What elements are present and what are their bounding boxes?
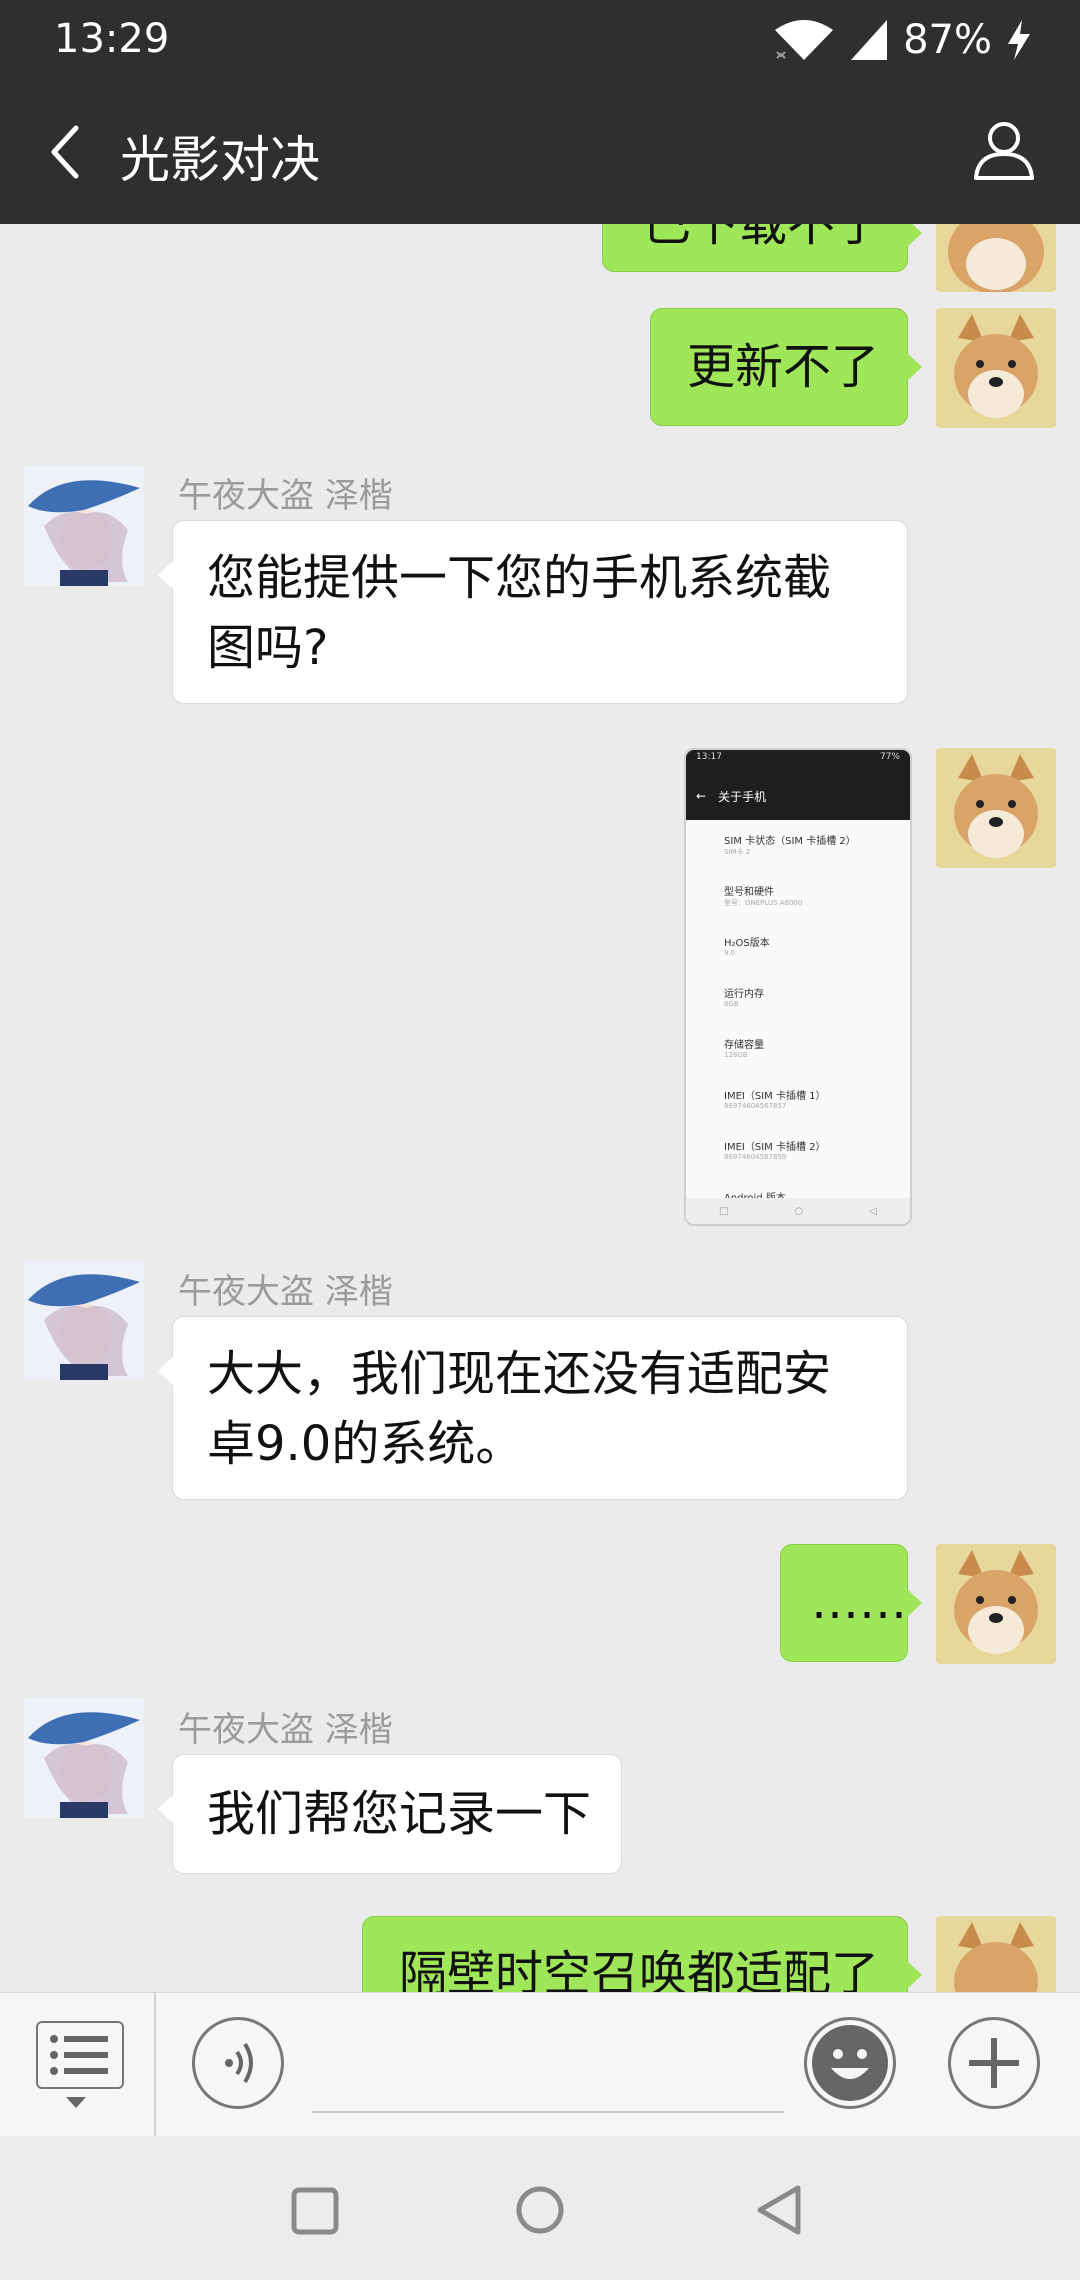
message-bubble-sent[interactable]: 已下载不了	[602, 224, 922, 272]
thumb-square-icon: □	[719, 1205, 729, 1217]
plus-button[interactable]	[948, 2017, 1040, 2109]
chat-title: 光影对决	[120, 131, 320, 189]
contact-avatar[interactable]	[24, 1698, 144, 1818]
battery-percent: 87%	[903, 17, 992, 63]
message-input[interactable]	[312, 2109, 784, 2113]
back-arrow-icon[interactable]	[38, 122, 98, 182]
my-avatar[interactable]	[936, 308, 1056, 428]
caret-down-icon	[66, 2097, 86, 2108]
emoji-icon	[812, 2025, 888, 2101]
plus-icon	[969, 2038, 1019, 2088]
my-avatar[interactable]	[936, 748, 1056, 868]
charging-icon	[1008, 20, 1030, 60]
chat-header: 光影对决	[0, 80, 1080, 224]
status-time: 13:29	[54, 16, 170, 62]
signal-icon	[851, 20, 888, 60]
my-avatar[interactable]	[936, 1544, 1056, 1664]
back-triangle-icon[interactable]	[752, 2182, 804, 2238]
thumb-circle-icon: ○	[794, 1205, 804, 1217]
wifi-icon	[775, 20, 834, 60]
message-bubble-received[interactable]: 我们帮您记录一下	[158, 1754, 622, 1874]
list-icon	[50, 2035, 108, 2075]
contact-avatar[interactable]	[24, 466, 144, 586]
sender-name: 午夜大盗 泽楷	[178, 1710, 393, 1750]
thumb-status-bar: 13:17 77%	[686, 750, 910, 772]
list-item: H₂OS版本 9.0	[724, 938, 770, 957]
thumb-title-bar: ← 关于手机	[686, 772, 910, 820]
list-item: 存储容量 128GB	[724, 1040, 764, 1059]
home-icon[interactable]	[514, 2184, 566, 2236]
status-icons: 87%	[773, 14, 1032, 66]
message-bubble-sent[interactable]: 隔壁时空召唤都适配了	[362, 1916, 922, 1992]
message-bubble-received[interactable]: 大大，我们现在还没有适配安卓9.0的系统。	[158, 1316, 908, 1500]
my-avatar[interactable]	[936, 1916, 1056, 1992]
input-bar	[0, 1992, 1080, 2137]
profile-icon[interactable]	[972, 118, 1036, 182]
thumb-back-triangle-icon: ◁	[869, 1205, 877, 1217]
thumb-settings-list: SIM 卡状态（SIM 卡插槽 2） SIM卡 2 型号和硬件 型号：ONEPLUS…	[686, 820, 910, 1224]
my-avatar[interactable]	[936, 224, 1056, 292]
thumb-nav-bar: □ ○ ◁	[686, 1198, 910, 1224]
list-item: 运行内存 8GB	[724, 989, 764, 1008]
message-list[interactable]: 已下载不了 更新不了 午夜大盗 泽楷 您能提供一下您的手机系统截图吗? 13:1…	[0, 224, 1080, 1992]
system-nav-bar	[0, 2136, 1080, 2280]
thumb-back-icon: ←	[696, 789, 707, 803]
list-item: IMEI（SIM 卡插槽 1） 86974604567857	[724, 1091, 826, 1110]
voice-button[interactable]	[192, 2017, 284, 2109]
voice-icon	[225, 2042, 253, 2084]
status-bar: 13:29 87%	[0, 0, 1080, 80]
menu-list-button[interactable]	[36, 2021, 124, 2089]
contact-avatar[interactable]	[24, 1260, 144, 1380]
sender-name: 午夜大盗 泽楷	[178, 1272, 393, 1312]
emoji-button[interactable]	[804, 2017, 896, 2109]
message-bubble-sent[interactable]: 更新不了	[650, 308, 922, 426]
list-item: 型号和硬件 型号：ONEPLUS A6000	[724, 887, 803, 907]
divider	[154, 1993, 156, 2137]
message-bubble-received[interactable]: 您能提供一下您的手机系统截图吗?	[158, 520, 908, 704]
image-message[interactable]: 13:17 77% ← 关于手机 SIM 卡状态（SIM 卡插槽 2） SIM卡 …	[684, 748, 912, 1226]
list-item: SIM 卡状态（SIM 卡插槽 2） SIM卡 2	[724, 836, 856, 856]
recent-apps-icon[interactable]	[290, 2186, 340, 2236]
sender-name: 午夜大盗 泽楷	[178, 476, 393, 516]
list-item: IMEI（SIM 卡插槽 2） 86974604567859	[724, 1142, 826, 1161]
message-bubble-sent[interactable]: ……	[780, 1544, 922, 1662]
